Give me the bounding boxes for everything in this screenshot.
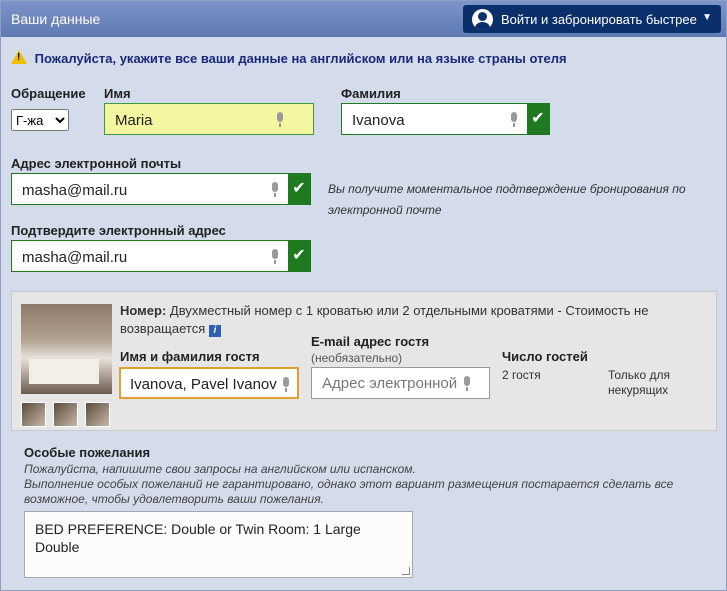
panel-header: Ваши данные Войти и забронировать быстре…	[1, 1, 726, 37]
special-requests-title: Особые пожелания	[24, 445, 151, 460]
room-section: Номер: Двухместный номер с 1 кроватью ил…	[11, 291, 717, 431]
guest-email-field[interactable]: Адрес электронной п	[311, 367, 490, 399]
microphone-icon[interactable]	[281, 377, 291, 393]
info-icon[interactable]: i	[208, 325, 221, 337]
guest-name-label: Имя и фамилия гостя	[120, 349, 260, 364]
microphone-icon[interactable]	[270, 182, 280, 198]
resize-handle[interactable]	[402, 567, 410, 575]
guests-count-value: 2 гостя	[502, 368, 541, 382]
last-name-field[interactable]: Ivanova ✔	[341, 103, 550, 135]
microphone-icon[interactable]	[509, 112, 519, 128]
special-requests-value: BED PREFERENCE: Double or Twin Room: 1 L…	[35, 521, 361, 555]
room-photo[interactable]	[21, 304, 112, 394]
checkmark-icon: ✔	[527, 103, 549, 135]
special-requests-hint: Пожалуйста, напишите свои запросы на анг…	[24, 462, 714, 507]
warning-message: ! Пожалуйста, укажите все ваши данные на…	[11, 49, 567, 66]
room-thumbnail[interactable]	[21, 402, 46, 427]
booking-details-panel: Ваши данные Войти и забронировать быстре…	[0, 0, 727, 591]
chevron-down-icon: ▼	[702, 12, 712, 23]
microphone-icon[interactable]	[462, 376, 472, 392]
guest-email-optional: (необязательно)	[311, 351, 403, 365]
confirm-email-value: masha@mail.ru	[22, 249, 128, 266]
room-thumbnail[interactable]	[53, 402, 78, 427]
guest-email-label: E-mail адрес гостя	[311, 334, 430, 349]
checkmark-icon: ✔	[288, 240, 310, 272]
email-field[interactable]: masha@mail.ru ✔	[11, 173, 311, 205]
user-avatar-icon	[472, 9, 493, 30]
microphone-icon[interactable]	[275, 112, 285, 128]
special-requests-hint-line1: Пожалуйста, напишите свои запросы на анг…	[24, 462, 416, 476]
warning-icon: !	[11, 50, 27, 64]
email-value: masha@mail.ru	[22, 182, 128, 199]
salutation-select[interactable]: Г-жа	[11, 109, 69, 131]
confirm-email-label: Подтвердите электронный адрес	[11, 223, 226, 238]
signin-label: Войти и забронировать быстрее	[501, 12, 697, 27]
panel-title: Ваши данные	[11, 11, 101, 27]
room-label: Номер:	[120, 303, 167, 318]
first-name-field[interactable]: Maria	[104, 103, 314, 135]
guest-email-placeholder: Адрес электронной п	[322, 375, 462, 392]
guest-name-value: Ivanova, Pavel Ivanov	[130, 376, 277, 393]
special-requests-textarea[interactable]: BED PREFERENCE: Double or Twin Room: 1 L…	[24, 511, 413, 578]
salutation-label: Обращение	[11, 86, 86, 101]
room-type: Двухместный номер с 1 кроватью или 2 отд…	[120, 303, 649, 336]
non-smoking-note: Только для некурящих	[608, 368, 670, 397]
last-name-label: Фамилия	[341, 86, 401, 101]
guest-name-field[interactable]: Ivanova, Pavel Ivanov	[119, 367, 299, 399]
email-note: Вы получите моментальное подтверждение б…	[328, 182, 686, 217]
checkmark-icon: ✔	[288, 173, 310, 205]
signin-button[interactable]: Войти и забронировать быстрее ▼	[463, 5, 721, 33]
microphone-icon[interactable]	[270, 249, 280, 265]
special-requests-hint-line2: Выполнение особых пожеланий не гарантиро…	[24, 477, 674, 506]
room-thumbnail[interactable]	[85, 402, 110, 427]
guests-count-label: Число гостей	[502, 349, 588, 364]
confirm-email-field[interactable]: masha@mail.ru ✔	[11, 240, 311, 272]
first-name-label: Имя	[104, 86, 131, 101]
last-name-value: Ivanova	[352, 112, 405, 129]
email-label: Адрес электронной почты	[11, 156, 182, 171]
warning-text: Пожалуйста, укажите все ваши данные на а…	[34, 51, 567, 66]
room-description: Номер: Двухместный номер с 1 кроватью ил…	[120, 302, 695, 338]
first-name-value: Maria	[115, 112, 153, 129]
